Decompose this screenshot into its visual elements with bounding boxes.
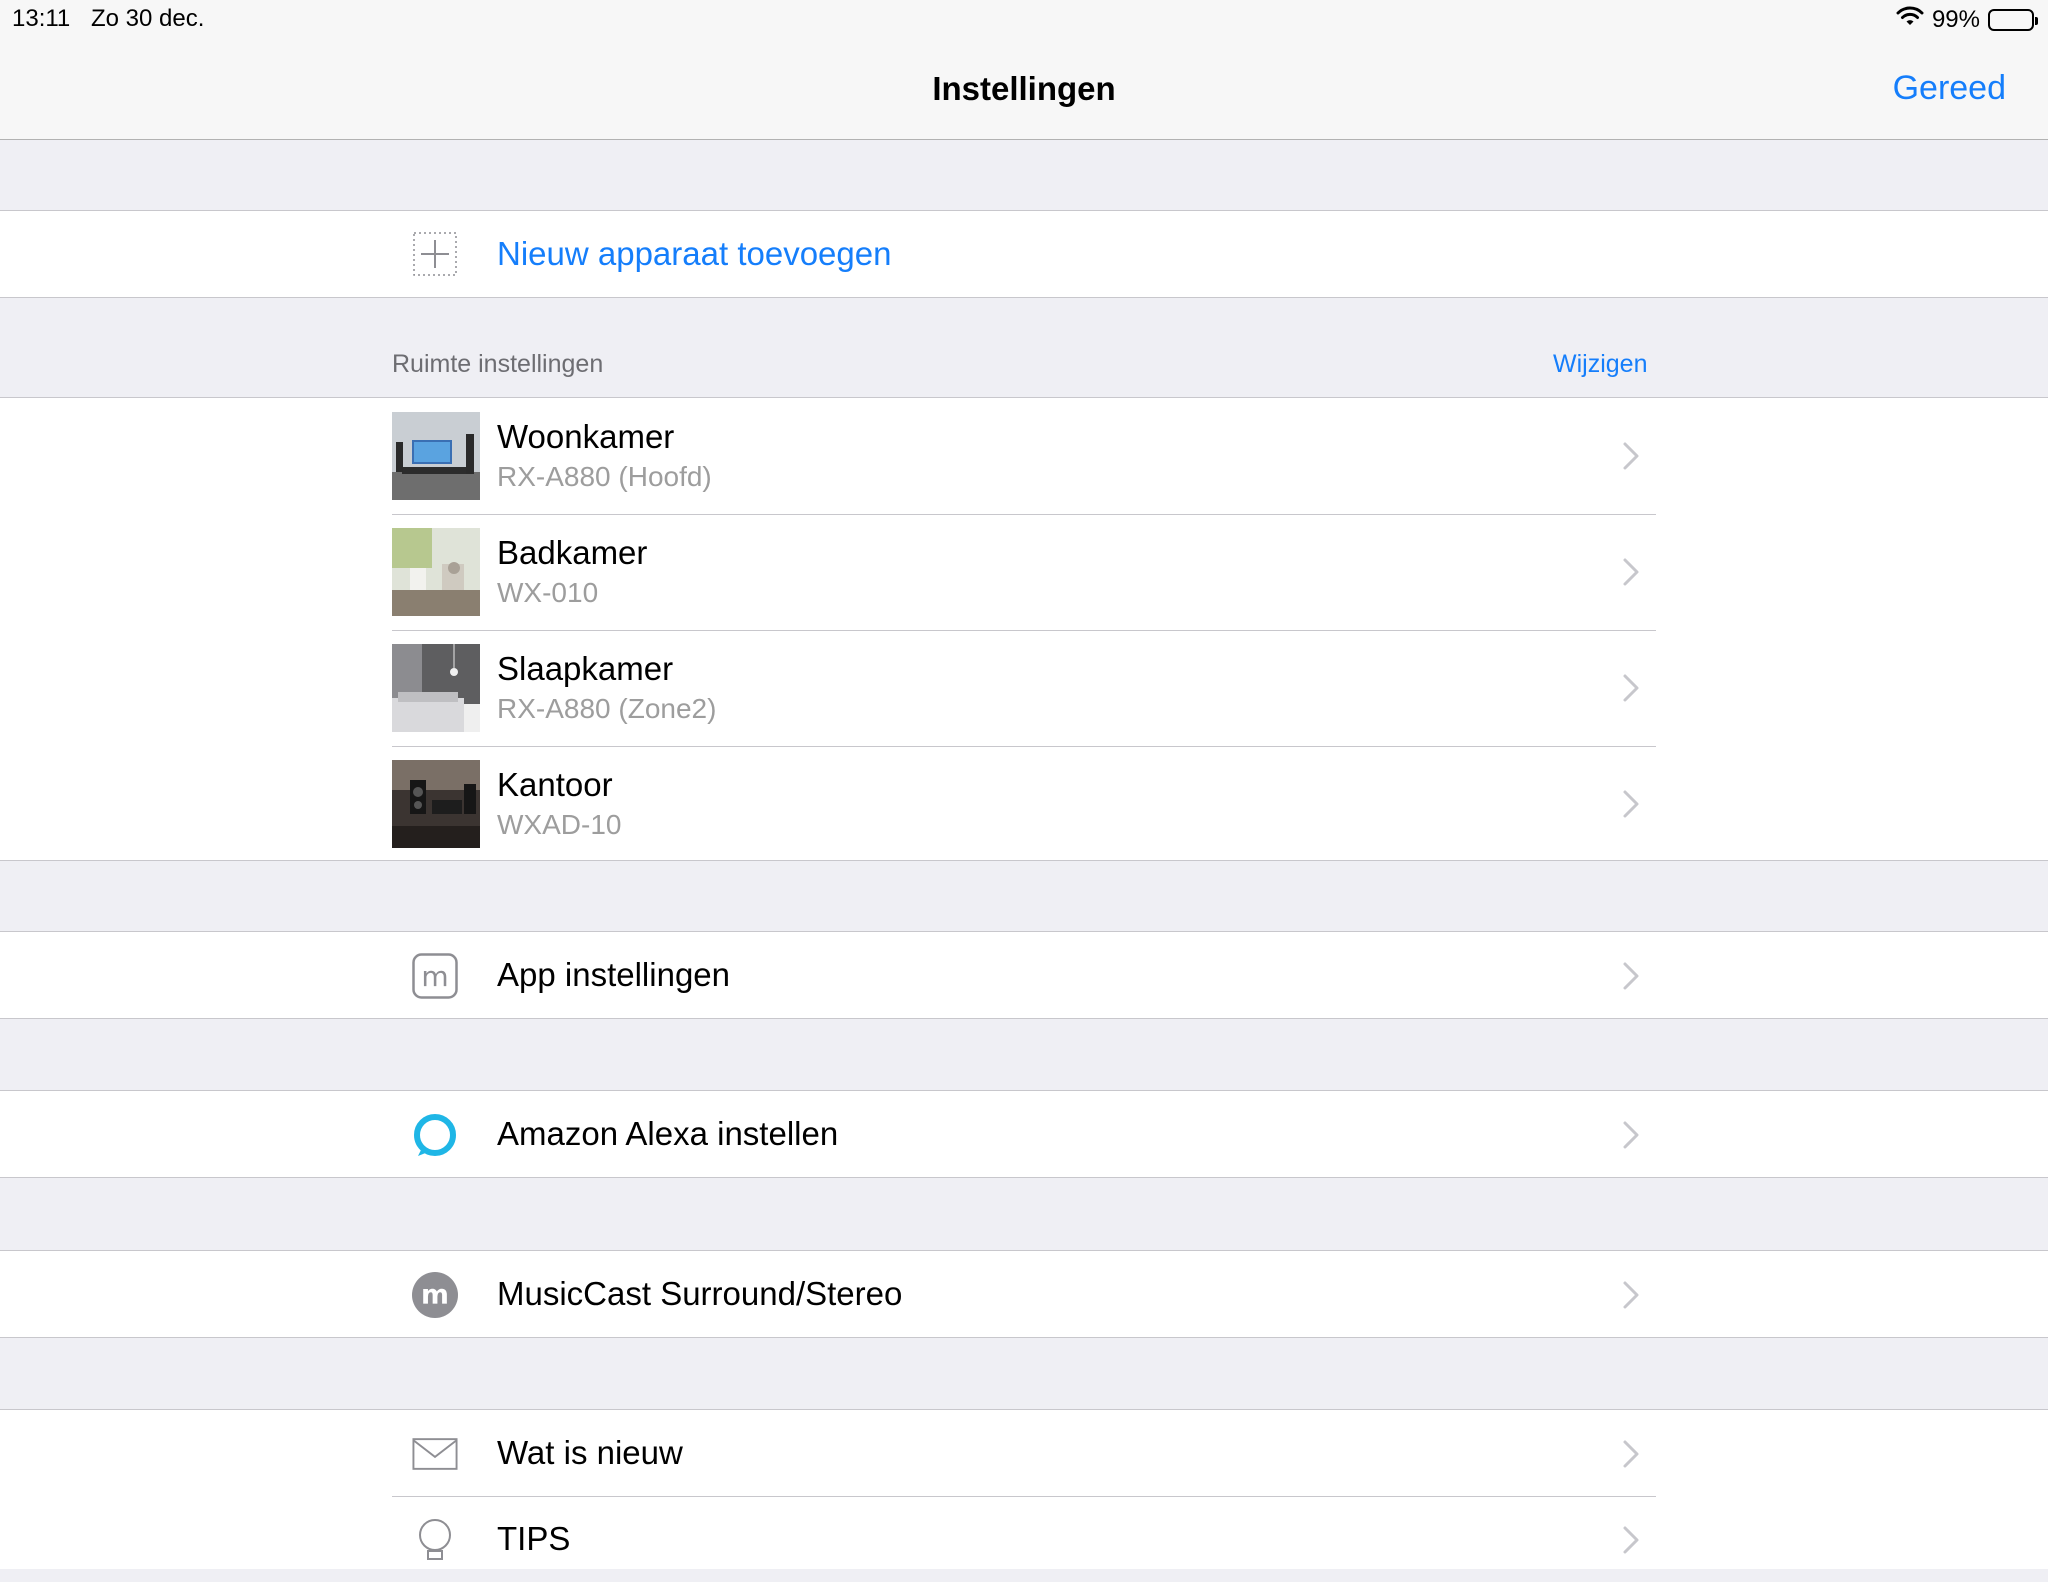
room-row-slaapkamer[interactable]: Slaapkamer RX-A880 (Zone2) (0, 630, 2048, 746)
lightbulb-icon (412, 1517, 458, 1563)
status-date: Zo 30 dec. (91, 5, 205, 32)
app-settings-row[interactable]: m App instellingen (0, 932, 2048, 1018)
chevron-right-icon (1623, 1281, 1639, 1309)
room-row-badkamer[interactable]: Badkamer WX-010 (0, 514, 2048, 630)
page-title: Instellingen (932, 70, 1116, 107)
wifi-icon (1896, 5, 1924, 34)
app-settings-label: App instellingen (497, 956, 730, 993)
room-row-kantoor[interactable]: Kantoor WXAD-10 (0, 746, 2048, 862)
chevron-right-icon (1623, 1526, 1639, 1554)
whats-new-row[interactable]: Wat is nieuw (0, 1410, 2048, 1496)
battery-icon (1988, 8, 2038, 31)
add-device-row[interactable]: Nieuw apparaat toevoegen (0, 211, 2048, 297)
chevron-right-icon (1623, 962, 1639, 990)
musiccast-app-icon: m (412, 953, 458, 999)
chevron-right-icon (1623, 1121, 1639, 1149)
svg-text:m: m (421, 960, 448, 993)
navigation-bar: Instellingen Gereed (0, 40, 2048, 140)
room-name: Slaapkamer (497, 650, 674, 687)
app-settings-group: m App instellingen (0, 931, 2048, 1019)
room-model: RX-A880 (Zone2) (497, 693, 717, 724)
room-name: Woonkamer (497, 418, 675, 455)
alexa-setup-row[interactable]: Amazon Alexa instellen (0, 1091, 2048, 1177)
chevron-right-icon (1623, 674, 1639, 702)
status-time: 13:11 (12, 5, 71, 32)
room-thumbnail-badkamer (392, 528, 480, 616)
chevron-right-icon (1623, 442, 1639, 470)
tips-row[interactable]: TIPS (0, 1496, 2048, 1582)
edit-rooms-button[interactable]: Wijzigen (1553, 350, 1647, 379)
status-bar: 13:11 Zo 30 dec. 99% (0, 0, 2048, 40)
plus-icon (412, 231, 458, 277)
room-model: RX-A880 (Hoofd) (497, 461, 712, 492)
room-row-woonkamer[interactable]: Woonkamer RX-A880 (Hoofd) (0, 398, 2048, 514)
room-thumbnail-slaapkamer (392, 644, 480, 732)
musiccast-circle-icon: m (412, 1272, 458, 1318)
chevron-right-icon (1623, 790, 1639, 818)
info-group: Wat is nieuw TIPS (0, 1409, 2048, 1569)
status-right: 99% (1896, 5, 2038, 34)
surround-stereo-row[interactable]: m MusicCast Surround/Stereo (0, 1251, 2048, 1337)
room-thumbnail-woonkamer (392, 412, 480, 500)
rooms-section-header: Ruimte instellingen (392, 350, 604, 378)
room-name: Badkamer (497, 534, 648, 571)
rooms-group: Woonkamer RX-A880 (Hoofd) Badkamer WX-01… (0, 397, 2048, 861)
battery-percent: 99% (1931, 5, 1980, 33)
room-thumbnail-kantoor (392, 760, 480, 848)
whats-new-label: Wat is nieuw (497, 1434, 683, 1471)
surround-group: m MusicCast Surround/Stereo (0, 1250, 2048, 1338)
add-device-label: Nieuw apparaat toevoegen (497, 235, 892, 272)
tips-label: TIPS (497, 1520, 571, 1557)
done-button[interactable]: Gereed (1893, 69, 2006, 108)
room-model: WX-010 (497, 577, 599, 608)
surround-stereo-label: MusicCast Surround/Stereo (497, 1275, 903, 1312)
alexa-setup-label: Amazon Alexa instellen (497, 1115, 839, 1152)
envelope-icon (412, 1431, 458, 1477)
add-device-group: Nieuw apparaat toevoegen (0, 210, 2048, 298)
alexa-group: Amazon Alexa instellen (0, 1090, 2048, 1178)
chevron-right-icon (1623, 1440, 1639, 1468)
alexa-ring-icon (412, 1112, 458, 1158)
svg-text:m: m (421, 1280, 449, 1311)
room-model: WXAD-10 (497, 809, 622, 840)
chevron-right-icon (1623, 558, 1639, 586)
room-name: Kantoor (497, 766, 613, 803)
